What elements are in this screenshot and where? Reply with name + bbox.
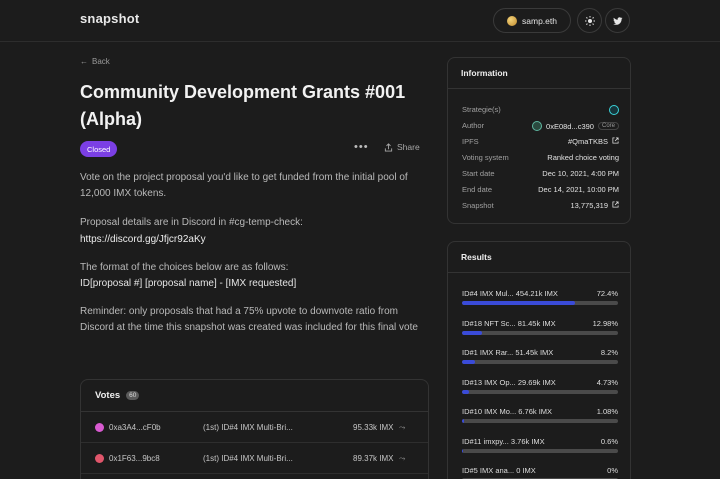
result-bar-fill <box>462 330 483 335</box>
result-bar-fill <box>462 419 464 423</box>
share-label: Share <box>397 142 420 152</box>
voter-address[interactable]: 0x1F63...9bc8 <box>109 454 160 463</box>
arrow-left-icon: ← <box>80 57 88 66</box>
strategy-icon[interactable] <box>609 105 619 115</box>
discord-link[interactable]: https://discord.gg/Jfjcr92aKy <box>80 232 425 248</box>
results-title: Results <box>448 242 630 273</box>
result-bar-fill <box>462 389 470 394</box>
vote-power: 95.33k IMX <box>353 423 394 432</box>
result-percent: 12.98% <box>592 318 618 328</box>
snapshot-logo[interactable]: snapshot <box>80 11 139 26</box>
result-label: ID#1 IMX Rar... 51.45k IMX <box>462 348 554 357</box>
votes-card: Votes 60 0xa3A4...cF0b (1st) ID#4 IMX Mu… <box>80 379 429 479</box>
share-button[interactable]: Share <box>384 142 420 152</box>
twitter-button[interactable] <box>605 8 630 33</box>
voter-avatar <box>95 423 104 432</box>
author-address[interactable]: 0xE08d...c390 <box>546 122 594 131</box>
proposal-paragraph-2: Proposal details are in Discord in #cg-t… <box>80 217 303 228</box>
votes-count: 60 <box>126 391 140 400</box>
votes-title: Votes <box>95 390 121 401</box>
result-row: ID#5 IMX ana... 0 IMX 0% <box>462 466 618 479</box>
more-options-icon[interactable]: ••• <box>354 141 369 153</box>
back-label: Back <box>92 57 110 66</box>
result-percent: 72.4% <box>596 289 618 298</box>
proposal-reminder: Reminder: only proposals that had a 75% … <box>80 306 418 333</box>
votes-header: Votes 60 <box>81 380 428 412</box>
status-badge: Closed <box>80 141 118 157</box>
result-row: ID#18 NFT Sc... 81.45k IMX 12.98% <box>462 318 618 335</box>
external-link-icon[interactable] <box>612 201 619 210</box>
result-label: ID#10 IMX Mo... 6.76k IMX <box>462 407 553 416</box>
proposal-title: Community Development Grants #001 (Alpha… <box>80 82 406 129</box>
info-row-start-date: Start date Dec 10, 2021, 4:00 PM <box>462 169 619 178</box>
result-bar-track <box>462 301 618 305</box>
information-panel: Information Strategie(s) Author 0xE08d..… <box>447 57 631 224</box>
info-row-end-date: End date Dec 14, 2021, 10:00 PM <box>462 185 619 194</box>
result-label: ID#4 IMX Mul... 454.21k IMX <box>462 289 558 298</box>
result-label: ID#5 IMX ana... 0 IMX <box>462 466 536 475</box>
result-bar-fill <box>462 301 575 305</box>
top-bar: snapshot samp.eth <box>0 0 720 42</box>
result-row: ID#13 IMX Op... 29.69k IMX 4.73% <box>462 377 618 394</box>
vote-power: 89.37k IMX <box>353 454 394 463</box>
core-tag: Core <box>597 122 619 130</box>
result-bar-track <box>462 360 618 364</box>
account-name: samp.eth <box>522 15 557 26</box>
result-row: ID#4 IMX Mul... 454.21k IMX 72.4% <box>462 289 618 305</box>
ipfs-hash[interactable]: #QmaTKBS <box>568 137 608 146</box>
info-row-ipfs: IPFS #QmaTKBS <box>462 137 619 146</box>
result-bar-fill <box>462 360 475 364</box>
account-button[interactable]: samp.eth <box>493 8 571 33</box>
result-percent: 4.73% <box>596 377 618 387</box>
result-row: ID#1 IMX Rar... 51.45k IMX 8.2% <box>462 348 618 364</box>
share-icon <box>384 142 393 152</box>
proposal-paragraph-3: The format of the choices below are as f… <box>80 262 289 273</box>
snapshot-block[interactable]: 13,775,319 <box>570 201 608 210</box>
result-bar-track <box>462 419 618 423</box>
proposal-paragraph-1: Vote on the project proposal you'd like … <box>80 172 408 199</box>
information-title: Information <box>448 58 630 89</box>
author-avatar <box>532 121 543 131</box>
signature-icon[interactable]: ⤳ <box>399 423 405 433</box>
result-percent: 0% <box>607 466 618 475</box>
result-percent: 0.6% <box>600 436 618 446</box>
twitter-icon <box>612 16 622 25</box>
info-row-author: Author 0xE08d...c390 Core <box>462 121 619 131</box>
result-percent: 8.2% <box>600 348 618 357</box>
info-row-strategies: Strategie(s) <box>462 105 619 115</box>
voter-address[interactable]: 0xa3A4...cF0b <box>109 423 161 432</box>
result-bar-fill <box>462 448 463 453</box>
result-row: ID#10 IMX Mo... 6.76k IMX 1.08% <box>462 407 618 423</box>
back-link[interactable]: ← Back <box>80 57 110 66</box>
results-panel: Results ID#4 IMX Mul... 454.21k IMX 72.4%… <box>447 241 631 479</box>
result-label: ID#18 NFT Sc... 81.45k IMX <box>462 318 556 328</box>
vote-row[interactable]: 0x1F63...9bc8 (1st) ID#4 IMX Multi-Bri..… <box>81 443 428 474</box>
external-link-icon[interactable] <box>612 137 619 146</box>
vote-choice: (1st) ID#4 IMX Multi-Bri... <box>203 454 293 463</box>
proposal-format: ID[proposal #] [proposal name] - [IMX re… <box>80 278 297 289</box>
theme-toggle-button[interactable] <box>577 8 602 33</box>
result-bar-track <box>462 389 618 394</box>
info-row-voting-system: Voting system Ranked choice voting <box>462 153 619 162</box>
result-bar-track <box>462 330 618 335</box>
account-avatar <box>507 15 518 26</box>
signature-icon[interactable]: ⤳ <box>399 454 405 464</box>
info-row-snapshot: Snapshot 13,775,319 <box>462 201 619 210</box>
result-label: ID#13 IMX Op... 29.69k IMX <box>462 377 556 387</box>
result-row: ID#11 imxpy... 3.76k IMX 0.6% <box>462 436 618 453</box>
vote-choice: (1st) ID#4 IMX Multi-Bri... <box>203 423 293 432</box>
voter-avatar <box>95 454 104 463</box>
result-percent: 1.08% <box>596 407 618 416</box>
sun-icon <box>584 15 595 26</box>
result-label: ID#11 imxpy... 3.76k IMX <box>462 436 545 446</box>
vote-row[interactable]: 0xa3A4...cF0b (1st) ID#4 IMX Multi-Bri..… <box>81 412 428 443</box>
result-bar-track <box>462 448 618 453</box>
